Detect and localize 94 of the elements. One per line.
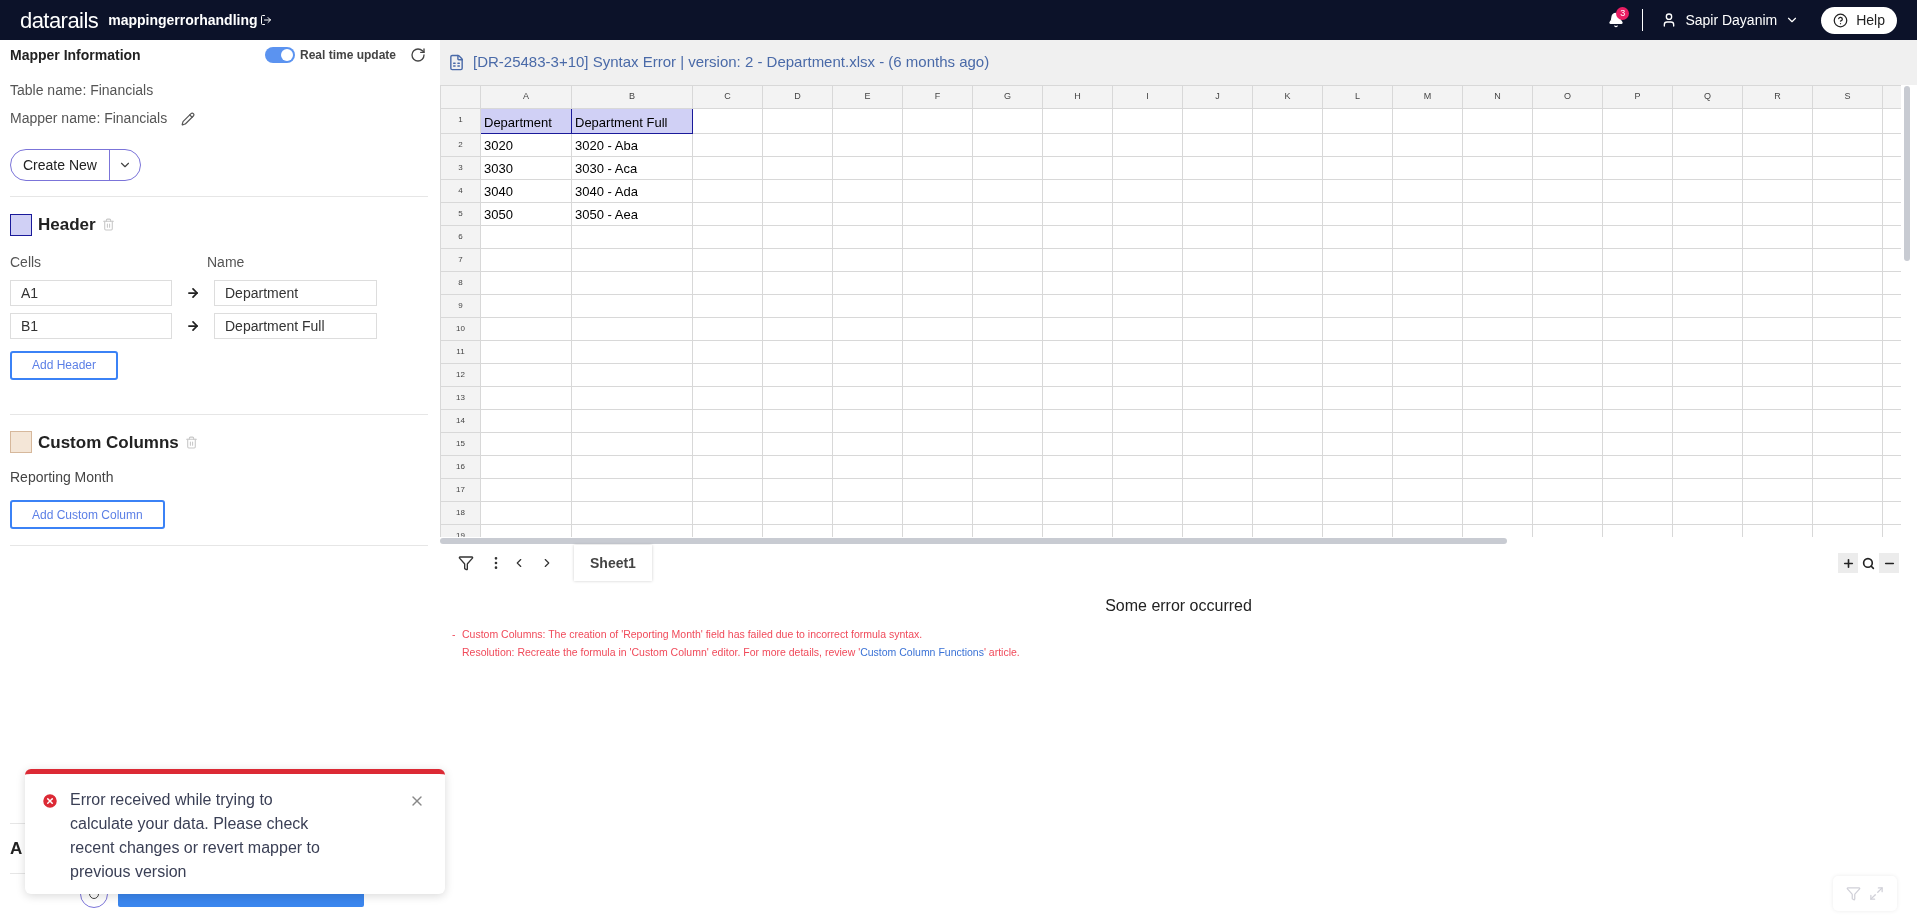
error-icon: [41, 792, 59, 810]
row-number[interactable]: 1: [440, 108, 481, 133]
column-header[interactable]: M: [1392, 85, 1463, 109]
arrow-icon: [186, 318, 200, 333]
row-number[interactable]: 3: [440, 156, 481, 179]
exit-icon[interactable]: [259, 14, 272, 26]
pencil-icon[interactable]: [181, 111, 196, 126]
row-number[interactable]: 13: [440, 386, 481, 409]
row-number[interactable]: 9: [440, 294, 481, 317]
logo[interactable]: datarails: [20, 3, 99, 37]
column-header[interactable]: O: [1532, 85, 1603, 109]
file-title: [DR-25483-3+10] Syntax Error | version: 2 - Department.xlsx - (6 months ago): [473, 52, 990, 73]
row-number[interactable]: 15: [440, 432, 481, 455]
table-cell: 3020 - Aba: [571, 133, 693, 156]
column-header[interactable]: G: [972, 85, 1043, 109]
table-cell: 3020: [480, 133, 572, 156]
column-header[interactable]: E: [832, 85, 903, 109]
section-title: Header: [38, 214, 96, 236]
arrow-icon: [186, 285, 200, 300]
table-cell: 3040 - Ada: [571, 179, 693, 202]
table-cell: 3050: [480, 202, 572, 225]
column-header[interactable]: Q: [1672, 85, 1743, 109]
row-number[interactable]: 12: [440, 363, 481, 386]
custom-column-name: Reporting Month: [10, 468, 115, 487]
name-label: Name: [207, 252, 245, 272]
column-header[interactable]: K: [1252, 85, 1323, 109]
cell-field[interactable]: A1: [10, 279, 172, 306]
cell-field[interactable]: B1: [10, 312, 172, 339]
row-number[interactable]: 6: [440, 225, 481, 248]
column-header[interactable]: C: [692, 85, 763, 109]
row-number[interactable]: 17: [440, 478, 481, 501]
row-number[interactable]: 16: [440, 455, 481, 478]
panel-title: Mapper Information: [10, 45, 141, 65]
section-heading: A: [10, 837, 23, 860]
table-cell: 3050 - Aea: [571, 202, 693, 225]
resolution-text: ' article.: [983, 644, 1020, 660]
file-icon: [448, 54, 465, 71]
row-number[interactable]: 4: [440, 179, 481, 202]
table-cell: 3030: [480, 156, 572, 179]
add-button[interactable]: Add Custom Column: [10, 500, 165, 529]
column-header[interactable]: P: [1602, 85, 1673, 109]
toggle-label: Real time update: [299, 47, 396, 64]
row-number[interactable]: 5: [440, 202, 481, 225]
mapper-name: Mapper name: Financials: [10, 109, 168, 128]
table-cell: 3030 - Aca: [571, 156, 693, 179]
toggle-switch[interactable]: [264, 47, 295, 63]
help-button[interactable]: Help: [1821, 6, 1897, 34]
column-header[interactable]: L: [1322, 85, 1393, 109]
zoom-out-button[interactable]: [1879, 553, 1899, 573]
column-header[interactable]: F: [902, 85, 973, 109]
toast-message: Error received while trying to calculate your data. Please check recent changes or revert mapper to previous version: [70, 790, 321, 882]
row-number[interactable]: 11: [440, 340, 481, 363]
row-number[interactable]: 7: [440, 248, 481, 271]
zoom-in-button[interactable]: [1838, 553, 1858, 573]
column-header[interactable]: S: [1812, 85, 1883, 109]
section-title: Custom Columns: [38, 431, 179, 454]
table-cell: Department Full: [571, 108, 693, 133]
column-header[interactable]: H: [1042, 85, 1113, 109]
article-link[interactable]: Custom Column Functions: [860, 644, 984, 661]
column-header[interactable]: B: [571, 85, 693, 109]
column-header[interactable]: N: [1462, 85, 1533, 109]
table-cell: 3040: [480, 179, 572, 202]
table-cell: Department: [480, 108, 572, 133]
row-number[interactable]: 14: [440, 409, 481, 432]
column-header[interactable]: I: [1112, 85, 1183, 109]
scrollbar[interactable]: [1904, 86, 1910, 261]
filter-icon[interactable]: [458, 555, 474, 571]
bullet: -: [452, 627, 457, 642]
column-header[interactable]: A: [480, 85, 572, 109]
notification-badge: 3: [1616, 7, 1630, 20]
column-header[interactable]: R: [1742, 85, 1813, 109]
error-message: Custom Columns: The creation of 'Reporting Month' field has failed due to incorrect formula syntax.: [462, 627, 924, 642]
resolution-text: Resolution: Recreate the formula in 'Custom Column' editor. For more details, review ': [462, 644, 861, 660]
scrollbar[interactable]: [440, 538, 1507, 544]
name-field[interactable]: Department Full: [214, 312, 377, 339]
error-title: Some error occurred: [1105, 596, 1252, 616]
search-icon[interactable]: [1862, 556, 1875, 570]
help-icon: [1833, 12, 1849, 28]
row-number[interactable]: 8: [440, 271, 481, 294]
row-number[interactable]: 2: [440, 133, 481, 156]
create-new-button[interactable]: Create New: [11, 150, 110, 180]
workspace-name[interactable]: mappingerrorhandling: [108, 9, 258, 31]
row-number[interactable]: 10: [440, 317, 481, 340]
plus-icon: [1841, 556, 1855, 570]
row-number[interactable]: 18: [440, 501, 481, 524]
name-field[interactable]: Department: [214, 279, 377, 306]
refresh-icon[interactable]: [410, 47, 426, 63]
add-button[interactable]: Add Header: [10, 350, 119, 380]
table-name: Table name: Financials: [10, 81, 155, 100]
sheet-tab[interactable]: Sheet1: [574, 545, 652, 581]
cells-label: Cells: [10, 252, 43, 272]
column-header[interactable]: J: [1182, 85, 1253, 109]
user-name[interactable]: Sapir Dayanim: [1685, 9, 1778, 31]
column-header[interactable]: D: [762, 85, 833, 109]
